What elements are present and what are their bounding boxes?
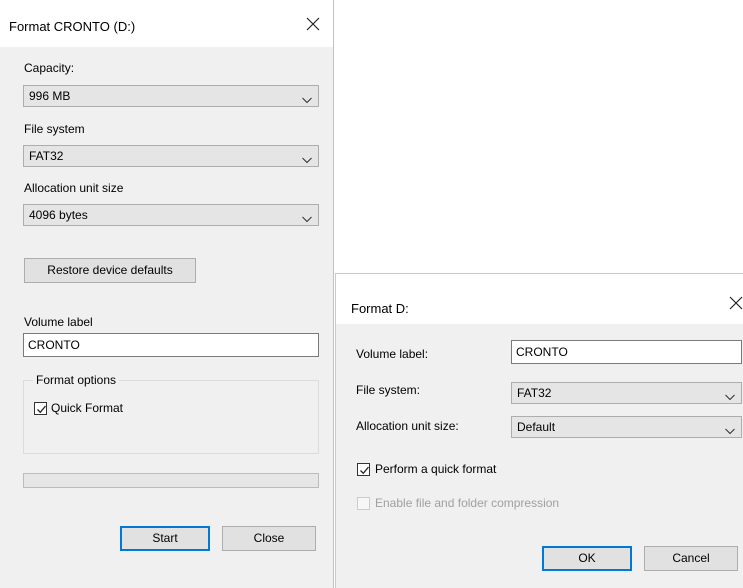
volume-label-label: Volume label: xyxy=(356,347,429,361)
dialog-title: Format D: xyxy=(351,301,409,316)
allocation-dropdown[interactable]: Default xyxy=(511,416,742,438)
file-system-dropdown[interactable]: FAT32 xyxy=(23,145,319,167)
checkmark-icon xyxy=(34,402,47,415)
compression-label: Enable file and folder compression xyxy=(375,496,560,510)
format-dialog: Format CRONTO (D:) Capacity: 996 MB File… xyxy=(0,0,334,588)
chevron-down-icon xyxy=(302,93,312,104)
compression-checkbox: Enable file and folder compression xyxy=(357,496,607,512)
file-system-label: File system xyxy=(24,122,85,136)
chevron-down-icon xyxy=(725,390,735,401)
quick-format-label: Perform a quick format xyxy=(375,462,497,476)
file-system-value: FAT32 xyxy=(517,386,552,400)
volume-label-value: CRONTO xyxy=(28,338,80,352)
quick-format-checkbox[interactable]: Quick Format xyxy=(34,401,154,417)
quick-format-label: Quick Format xyxy=(51,401,124,415)
allocation-value: Default xyxy=(517,420,556,434)
checkmark-icon xyxy=(357,463,370,476)
cancel-button[interactable]: Cancel xyxy=(644,546,738,571)
restore-defaults-button[interactable]: Restore device defaults xyxy=(24,258,196,283)
close-icon[interactable] xyxy=(304,15,322,33)
format-d-dialog: Format D: Volume label: CRONTO File syst… xyxy=(335,273,743,588)
volume-label-label: Volume label xyxy=(24,315,93,329)
capacity-value: 996 MB xyxy=(29,89,71,103)
title-bar: Format CRONTO (D:) xyxy=(0,0,333,47)
allocation-dropdown[interactable]: 4096 bytes xyxy=(23,204,319,226)
format-progress-bar xyxy=(23,473,319,488)
volume-label-input[interactable]: CRONTO xyxy=(23,333,319,357)
close-icon[interactable] xyxy=(727,294,743,312)
volume-label-input[interactable]: CRONTO xyxy=(511,340,742,364)
file-system-dropdown[interactable]: FAT32 xyxy=(511,382,742,404)
chevron-down-icon xyxy=(725,424,735,435)
ok-button[interactable]: OK xyxy=(542,546,632,571)
checkbox-empty-icon xyxy=(357,497,370,510)
chevron-down-icon xyxy=(302,212,312,223)
close-button[interactable]: Close xyxy=(222,526,316,551)
start-button[interactable]: Start xyxy=(120,526,210,551)
file-system-label: File system: xyxy=(356,383,421,397)
volume-label-value: CRONTO xyxy=(516,345,568,359)
format-options-title: Format options xyxy=(33,373,120,387)
chevron-down-icon xyxy=(302,153,312,164)
allocation-value: 4096 bytes xyxy=(29,208,88,222)
capacity-dropdown[interactable]: 996 MB xyxy=(23,85,319,107)
title-bar: Format D: xyxy=(336,274,743,324)
file-system-value: FAT32 xyxy=(29,149,64,163)
quick-format-checkbox[interactable]: Perform a quick format xyxy=(357,462,547,478)
capacity-label: Capacity: xyxy=(24,61,75,75)
format-options-group: Format options Quick Format xyxy=(23,373,319,454)
allocation-label: Allocation unit size xyxy=(24,181,124,195)
allocation-label: Allocation unit size: xyxy=(356,419,459,433)
dialog-title: Format CRONTO (D:) xyxy=(9,19,136,34)
